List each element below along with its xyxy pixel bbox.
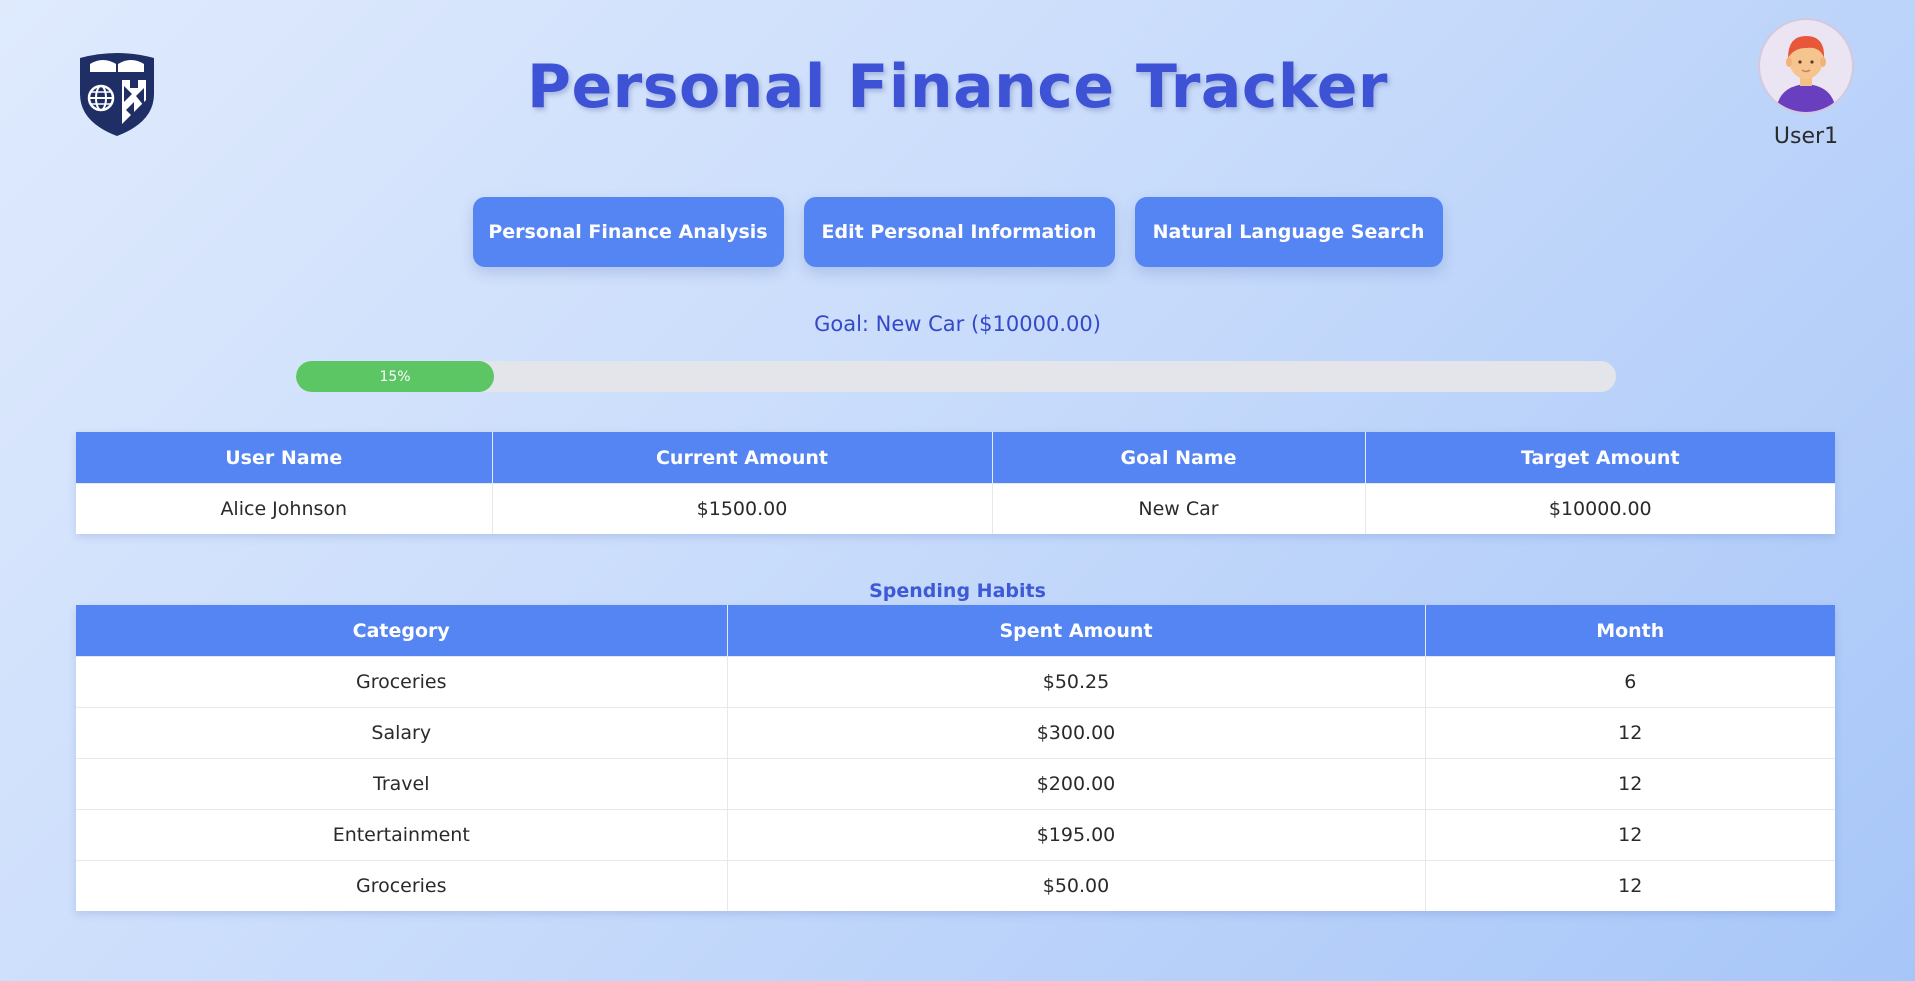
goal-progress-text: 15%: [379, 368, 411, 385]
user-profile[interactable]: User1: [1756, 18, 1856, 149]
header-spent-amount: Spent Amount: [727, 605, 1426, 657]
user-name: User1: [1773, 124, 1839, 149]
cell-target-amount: $10000.00: [1365, 483, 1835, 534]
cell-month: 12: [1425, 707, 1835, 759]
nav-bar: Personal Finance Analysis Edit Personal …: [0, 197, 1915, 267]
header-category: Category: [76, 605, 728, 657]
cell-spent-amount: $195.00: [727, 809, 1426, 861]
cell-user-name: Alice Johnson: [76, 483, 493, 534]
cell-spent-amount: $300.00: [727, 707, 1426, 759]
cell-category: Groceries: [76, 656, 728, 708]
header-target-amount: Target Amount: [1365, 432, 1835, 484]
cell-category: Salary: [76, 707, 728, 759]
page-title: Personal Finance Tracker: [526, 52, 1389, 122]
table-row: Travel $200.00 12: [76, 758, 1835, 810]
table-row: Groceries $50.00 12: [76, 860, 1835, 911]
table-row: Groceries $50.25 6: [76, 656, 1835, 708]
header-month: Month: [1425, 605, 1835, 657]
goal-label: Goal: New Car ($10000.00): [814, 312, 1101, 336]
cell-month: 12: [1425, 809, 1835, 861]
cell-month: 12: [1425, 758, 1835, 810]
cell-goal-name: New Car: [992, 483, 1366, 534]
table-row: Alice Johnson $1500.00 New Car $10000.00: [76, 483, 1835, 534]
goal-progress-fill: 15%: [296, 361, 494, 392]
table-header-row: User Name Current Amount Goal Name Targe…: [76, 432, 1835, 484]
natural-language-search-button[interactable]: Natural Language Search: [1134, 197, 1443, 267]
user-avatar-icon[interactable]: [1758, 18, 1854, 114]
header-goal-name: Goal Name: [992, 432, 1366, 484]
personal-finance-analysis-button[interactable]: Personal Finance Analysis: [472, 197, 784, 267]
cell-month: 6: [1425, 656, 1835, 708]
edit-personal-information-button[interactable]: Edit Personal Information: [803, 197, 1115, 267]
table-header-row: Category Spent Amount Month: [76, 605, 1835, 657]
table-row: Salary $300.00 12: [76, 707, 1835, 759]
spending-habits-table: Category Spent Amount Month Groceries $5…: [76, 605, 1835, 911]
cell-spent-amount: $200.00: [727, 758, 1426, 810]
goal-summary-table: User Name Current Amount Goal Name Targe…: [76, 432, 1835, 534]
cell-month: 12: [1425, 860, 1835, 911]
cell-spent-amount: $50.00: [727, 860, 1426, 911]
header-user-name: User Name: [76, 432, 493, 484]
cell-category: Groceries: [76, 860, 728, 911]
spending-habits-title: Spending Habits: [869, 580, 1046, 602]
cell-category: Travel: [76, 758, 728, 810]
cell-current-amount: $1500.00: [492, 483, 993, 534]
cell-category: Entertainment: [76, 809, 728, 861]
goal-progress-bar: 15%: [296, 361, 1616, 392]
header-current-amount: Current Amount: [492, 432, 993, 484]
cell-spent-amount: $50.25: [727, 656, 1426, 708]
table-row: Entertainment $195.00 12: [76, 809, 1835, 861]
